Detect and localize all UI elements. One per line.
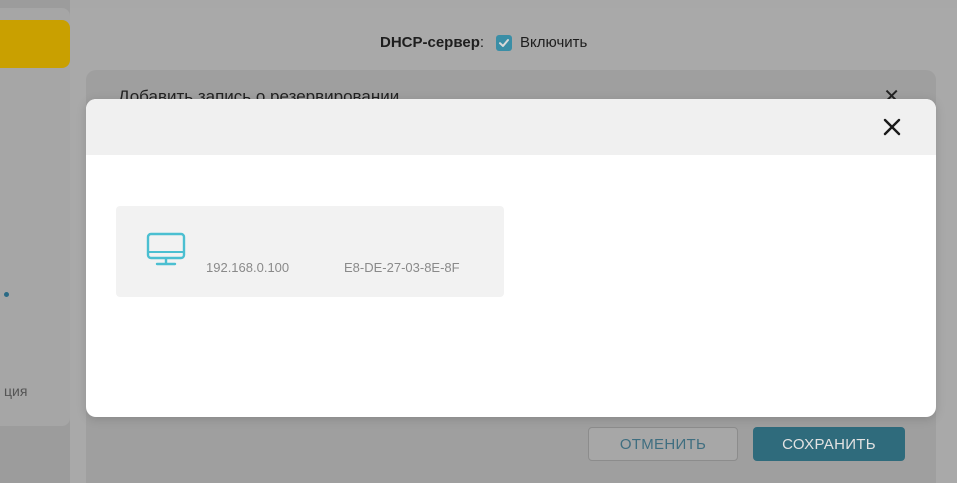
cancel-button[interactable]: ОТМЕНИТЬ <box>588 427 738 461</box>
device-card[interactable]: 192.168.0.100 E8-DE-27-03-8E-8F <box>116 206 504 297</box>
dhcp-enable-label: Включить <box>520 34 588 51</box>
monitor-icon <box>146 232 186 266</box>
screen: ция DHCP-сервер : Включить Добавить запи… <box>0 0 957 483</box>
device-ip-address: 192.168.0.100 <box>206 260 290 275</box>
close-icon[interactable] <box>882 117 902 137</box>
modal-header <box>86 99 936 155</box>
dhcp-server-row: DHCP-сервер : Включить <box>380 34 587 51</box>
sidebar-item-label[interactable]: ция <box>4 383 27 399</box>
checkmark-icon <box>499 38 510 47</box>
sidebar-indicator-dot <box>4 292 9 297</box>
save-button[interactable]: СОХРАНИТЬ <box>753 427 905 461</box>
device-mac-address: E8-DE-27-03-8E-8F <box>344 260 460 275</box>
sidebar: ция <box>0 0 70 483</box>
sidebar-item-active[interactable] <box>0 20 70 68</box>
device-picker-modal: 192.168.0.100 E8-DE-27-03-8E-8F <box>86 99 936 417</box>
sidebar-panel <box>0 8 70 426</box>
dhcp-server-colon: : <box>479 34 485 51</box>
dhcp-server-label: DHCP-сервер <box>380 34 480 51</box>
dhcp-enable-checkbox[interactable] <box>496 34 513 51</box>
